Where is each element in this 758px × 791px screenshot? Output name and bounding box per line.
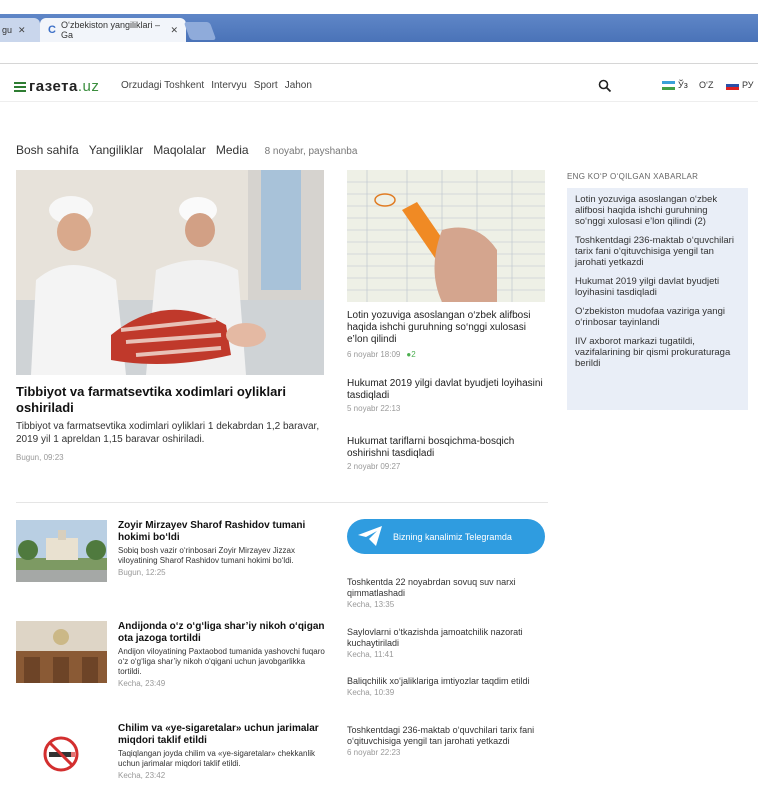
section-link-maqolalar[interactable]: Maqolalar (153, 143, 206, 157)
popular-item[interactable]: Toshkentdagi 236-maktab o‘quvchilari tar… (575, 235, 740, 268)
popular-item[interactable]: Lotin yozuviga asoslangan o‘zbek alifbos… (575, 194, 740, 227)
lang-ru[interactable]: РУ (726, 80, 754, 90)
news-row-desc: Andijon viloyatining Paxtaobod tumanida … (118, 647, 325, 676)
main-nav: Orzudagi Toshkent Intervyu Sport Jahon (121, 80, 312, 91)
site-header: газета .uz Orzudagi Toshkent Intervyu Spo… (0, 70, 758, 102)
uz-flag-icon (662, 80, 675, 90)
news-row-time: Bugun, 12:25 (118, 568, 166, 577)
popular-item[interactable]: Hukumat 2019 yilgi davlat byudjeti loyih… (575, 276, 740, 298)
lang-uz-cyrillic[interactable]: Ўз (662, 80, 688, 90)
lang-ru-label: РУ (742, 80, 754, 90)
nav-item-jahon[interactable]: Jahon (285, 80, 312, 91)
news-thumbnail[interactable] (16, 723, 107, 785)
nav-item-intervyu[interactable]: Intervyu (211, 80, 247, 91)
telegram-button-label: Bizning kanalimiz Telegramda (393, 531, 512, 542)
section-link-media[interactable]: Media (216, 143, 249, 157)
tab-previous-label: gu (2, 25, 13, 35)
news-item-title: Toshkentda 22 noyabrdan sovuq suv narxi … (347, 577, 516, 598)
list-item[interactable]: Hukumat tariflarni bosqichma-bosqich osh… (347, 436, 547, 471)
tab-active-label: O‘zbekiston yangiliklari – Ga (60, 20, 160, 40)
tab-bar: gu ✕ C O‘zbekiston yangiliklari – Ga ✕ (0, 14, 758, 42)
main-story-title[interactable]: Tibbiyot va farmatsevtika xodimlari oyli… (16, 384, 334, 416)
tab-active[interactable]: C O‘zbekiston yangiliklari – Ga ✕ (40, 18, 186, 42)
list-item-title: Hukumat 2019 yilgi davlat byudjeti loyih… (347, 378, 543, 401)
toolbar (0, 42, 758, 64)
close-icon[interactable]: ✕ (18, 25, 26, 36)
popular-item[interactable]: IIV axborot markazi tugatildi, vazifalar… (575, 336, 740, 369)
news-row-time: Kecha, 23:42 (118, 771, 166, 780)
popular-item[interactable]: O‘zbekiston mudofaa vaziriga yangi o‘rin… (575, 306, 740, 328)
browser-chrome: gu ✕ C O‘zbekiston yangiliklari – Ga ✕ (0, 0, 758, 64)
news-row-title: Zoyir Mirzayev Sharof Rashidov tumani ho… (118, 520, 306, 543)
lang-uz-lat-label: O‘Z (699, 80, 714, 90)
telegram-button[interactable]: Bizning kanalimiz Telegramda (347, 519, 545, 554)
news-item-time: Kecha, 11:41 (347, 650, 394, 659)
news-row-time: Kecha, 23:49 (118, 679, 166, 688)
lang-uz-latin[interactable]: O‘Z (699, 80, 714, 90)
news-thumbnail[interactable] (16, 621, 107, 683)
section-nav: Bosh sahifa Yangiliklar Maqolalar Media … (16, 143, 357, 157)
section-link-yangiliklar[interactable]: Yangiliklar (89, 143, 143, 157)
no-smoking-icon (16, 723, 107, 785)
tab-previous[interactable]: gu ✕ (0, 18, 40, 42)
news-row-desc: Sobiq bosh vazir o‘rinbosari Zoyir Mirza… (118, 546, 295, 565)
ru-flag-icon (726, 80, 739, 90)
main-story-image[interactable] (16, 170, 324, 375)
logo-text: газета (29, 78, 78, 95)
loading-icon: C (48, 24, 56, 36)
telegram-icon (358, 526, 382, 546)
news-row-title: Chilim va «ye-sigaretalar» uchun jarimal… (118, 723, 319, 746)
main-story-lead: Tibbiyot va farmatsevtika xodimlari oyli… (16, 421, 320, 445)
divider (16, 502, 548, 503)
second-story-image[interactable] (347, 170, 545, 302)
comment-count[interactable]: ●2 (406, 350, 415, 359)
comment-count-value: 2 (411, 350, 416, 359)
news-item-title: Baliqchilik xo‘jaliklariga imtiyozlar ta… (347, 676, 530, 686)
close-icon[interactable]: ✕ (170, 25, 178, 36)
current-date: 8 noyabr, payshanba (264, 146, 358, 157)
logo-tld: .uz (77, 78, 100, 95)
news-row[interactable]: Chilim va «ye-sigaretalar» uchun jarimal… (16, 723, 328, 791)
second-story-time: 6 noyabr 18:09 (347, 350, 401, 359)
news-item[interactable]: Saylovlarni o‘tkazishda jamoatchilik naz… (347, 627, 552, 659)
news-row-desc: Taqiqlangan joyda chilim va «ye-sigareta… (118, 749, 315, 768)
news-item[interactable]: Toshkentda 22 noyabrdan sovuq suv narxi … (347, 577, 552, 609)
news-row-title: Andijonda o‘z o‘g‘liga shar’iy nikoh o‘q… (118, 621, 325, 644)
list-item-time: 5 noyabr 22:13 (347, 404, 401, 413)
nav-item-sport[interactable]: Sport (254, 80, 278, 91)
news-item-title: Toshkentdagi 236-maktab o‘quvchilari tar… (347, 725, 535, 746)
news-item[interactable]: Baliqchilik xo‘jaliklariga imtiyozlar ta… (347, 676, 552, 697)
new-tab-button[interactable] (183, 22, 217, 40)
second-story-meta: 6 noyabr 18:09 ●2 (347, 350, 416, 359)
nav-item-orzudagi-toshkent[interactable]: Orzudagi Toshkent (121, 80, 204, 91)
search-icon[interactable] (598, 79, 612, 93)
menu-icon[interactable] (14, 80, 26, 94)
news-row[interactable]: Zoyir Mirzayev Sharof Rashidov tumani ho… (16, 520, 328, 598)
news-item-time: Kecha, 10:39 (347, 688, 395, 697)
site-logo[interactable]: газета .uz (14, 78, 99, 95)
news-item-time: 6 noyabr 22:23 (347, 748, 401, 757)
list-item-time: 2 noyabr 09:27 (347, 462, 401, 471)
news-row[interactable]: Andijonda o‘z o‘g‘liga shar’iy nikoh o‘q… (16, 621, 328, 699)
news-item[interactable]: Toshkentdagi 236-maktab o‘quvchilari tar… (347, 725, 552, 757)
popular-list: Lotin yozuviga asoslangan o‘zbek alifbos… (567, 188, 748, 410)
news-item-time: Kecha, 13:35 (347, 600, 395, 609)
second-story-title[interactable]: Lotin yozuviga asoslangan o‘zbek alifbos… (347, 310, 547, 346)
list-item-title: Hukumat tariflarni bosqichma-bosqich osh… (347, 436, 515, 459)
news-thumbnail[interactable] (16, 520, 107, 582)
main-story-time: Bugun, 09:23 (16, 453, 64, 462)
list-item[interactable]: Hukumat 2019 yilgi davlat byudjeti loyih… (347, 378, 547, 413)
news-item-title: Saylovlarni o‘tkazishda jamoatchilik naz… (347, 627, 523, 648)
popular-heading: ENG KO‘P O‘QILGAN XABARLAR (567, 172, 699, 181)
section-link-bosh-sahifa[interactable]: Bosh sahifa (16, 143, 79, 157)
lang-uz-cyr-label: Ўз (678, 80, 688, 90)
